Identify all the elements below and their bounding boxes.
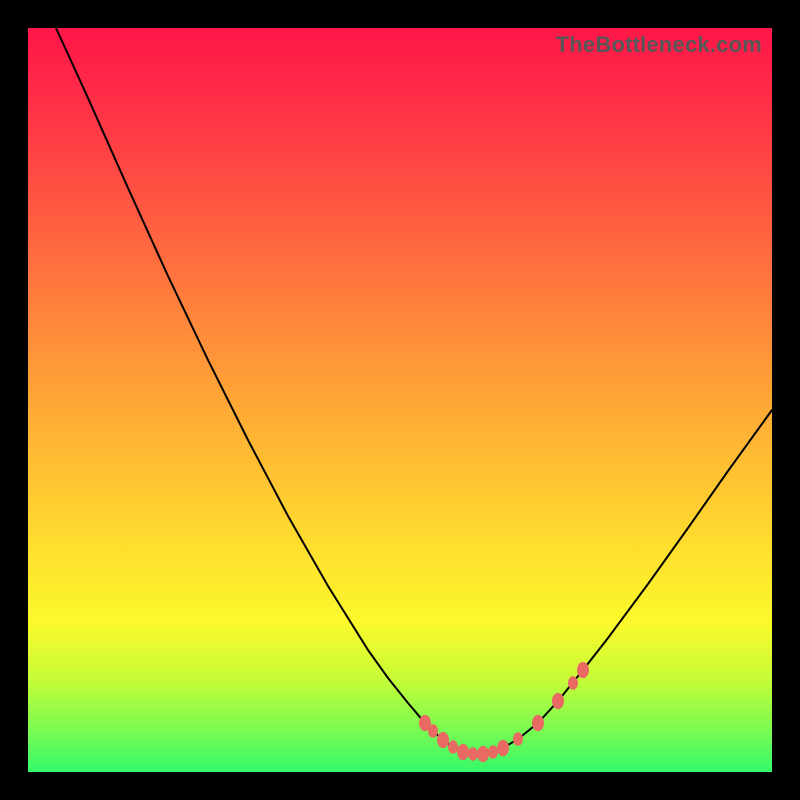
curve-marker [468,747,478,761]
chart-frame: TheBottleneck.com [0,0,800,800]
chart-overlay [28,28,772,772]
curve-marker [457,744,469,760]
curve-marker [497,740,509,756]
curve-marker [552,693,564,709]
curve-marker [488,745,498,759]
curve-markers [419,662,589,762]
curve-marker [577,662,589,678]
bottleneck-curve [56,28,772,754]
curve-marker [532,715,544,731]
curve-marker [513,732,523,746]
curve-marker [428,724,438,738]
curve-marker [568,676,578,690]
curve-marker [477,746,489,762]
curve-marker [448,740,458,754]
plot-area: TheBottleneck.com [28,28,772,772]
curve-marker [437,732,449,748]
